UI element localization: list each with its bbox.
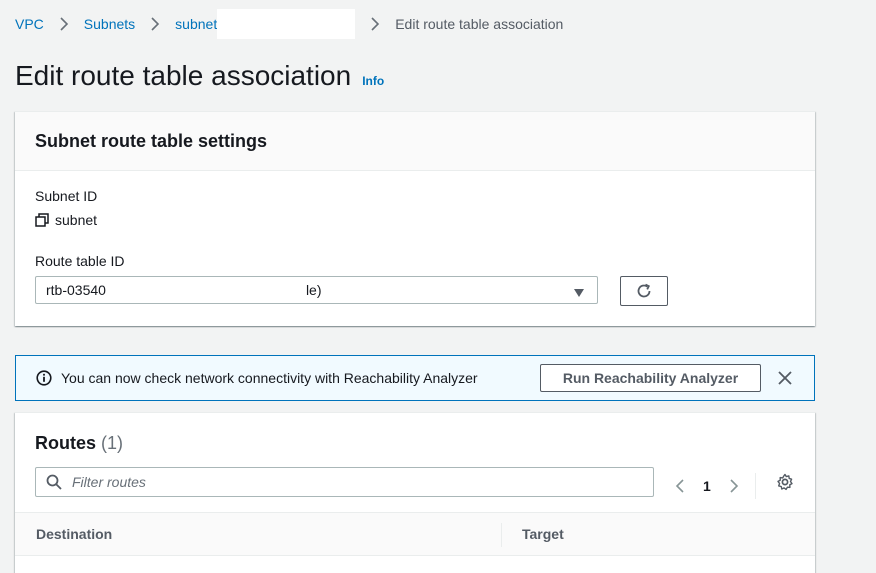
gear-icon[interactable] bbox=[776, 473, 794, 491]
subnet-id-text: subnet bbox=[55, 212, 98, 228]
subnet-route-table-settings-panel: Subnet route table settings Subnet ID su… bbox=[15, 111, 815, 326]
filter-routes-input[interactable] bbox=[70, 473, 634, 491]
chevron-right-icon bbox=[147, 16, 163, 32]
pagination: 1 bbox=[673, 473, 756, 499]
info-icon bbox=[36, 370, 52, 386]
refresh-icon bbox=[635, 282, 653, 300]
breadcrumb-vpc[interactable]: VPC bbox=[15, 16, 44, 32]
routes-title: Routes bbox=[35, 433, 97, 453]
caret-down-icon bbox=[573, 285, 585, 297]
page-number[interactable]: 1 bbox=[703, 478, 711, 494]
page-header: Edit route table association Info bbox=[15, 60, 384, 92]
close-icon[interactable] bbox=[777, 370, 793, 386]
redacted-block bbox=[105, 277, 306, 303]
breadcrumb-current: Edit route table association bbox=[395, 16, 564, 32]
chevron-left-icon[interactable] bbox=[673, 478, 689, 494]
info-link[interactable]: Info bbox=[362, 74, 384, 88]
panel-title: Subnet route table settings bbox=[35, 130, 268, 151]
breadcrumb: VPC Subnets subnet Edit route table asso… bbox=[15, 9, 564, 39]
filter-routes-field[interactable] bbox=[35, 467, 654, 497]
reachability-info-flash: You can now check network connectivity w… bbox=[15, 355, 815, 401]
route-table-value-end: le) bbox=[305, 282, 322, 298]
column-divider bbox=[501, 523, 502, 547]
column-header-target[interactable]: Target bbox=[522, 526, 564, 542]
breadcrumb-subnets[interactable]: Subnets bbox=[84, 16, 135, 32]
routes-panel: Routes(1) 1 Destination Target bbox=[15, 412, 815, 573]
route-table-value-start: rtb-03540 bbox=[46, 282, 106, 298]
pager-divider bbox=[754, 473, 756, 499]
chevron-right-icon bbox=[367, 16, 383, 32]
route-table-select[interactable]: rtb-03540 le) bbox=[35, 276, 598, 304]
breadcrumb-subnet[interactable]: subnet bbox=[175, 16, 217, 32]
redacted-block bbox=[217, 9, 356, 39]
column-header-destination[interactable]: Destination bbox=[36, 526, 112, 542]
flash-message: You can now check network connectivity w… bbox=[61, 370, 478, 386]
panel-header: Subnet route table settings bbox=[15, 112, 815, 171]
routes-table-header: Destination Target bbox=[15, 512, 815, 556]
route-table-id-label: Route table ID bbox=[35, 253, 125, 269]
refresh-button[interactable] bbox=[620, 276, 668, 306]
routes-header: Routes (1) bbox=[35, 433, 123, 454]
chevron-right-icon[interactable] bbox=[725, 478, 741, 494]
run-reachability-analyzer-button[interactable]: Run Reachability Analyzer bbox=[540, 364, 761, 392]
routes-count: (1) bbox=[101, 433, 124, 453]
subnet-id-value: subnet bbox=[35, 212, 97, 228]
subnet-id-label: Subnet ID bbox=[35, 188, 98, 204]
page-title: Edit route table association bbox=[15, 60, 352, 91]
copy-icon[interactable] bbox=[35, 213, 49, 227]
search-icon bbox=[46, 474, 62, 490]
chevron-right-icon bbox=[56, 16, 72, 32]
